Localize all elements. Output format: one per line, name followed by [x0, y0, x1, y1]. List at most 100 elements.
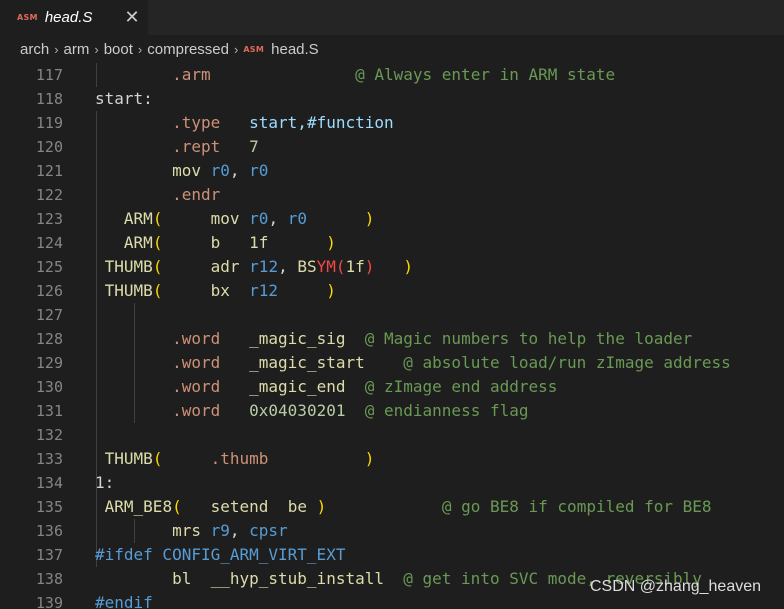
line-number: 129 [35, 354, 63, 372]
line-number: 130 [35, 378, 63, 396]
code-token: .word [172, 401, 221, 420]
code-token: setend [210, 497, 269, 516]
code-token: r9 [210, 521, 230, 540]
code-token: r0 [287, 209, 307, 228]
line-number: 127 [35, 306, 63, 324]
code-text: #endif [95, 591, 153, 609]
code-token: bl [172, 569, 192, 588]
code-line: 118 start: [0, 87, 784, 111]
code-token: .type [172, 113, 221, 132]
code-text: .word _magic_sig @ Magic numbers to help… [95, 327, 692, 351]
line-number: 121 [35, 162, 63, 180]
code-line: 130 .word _magic_end @ zImage end addres… [0, 375, 784, 399]
asm-file-icon: ASM [17, 13, 38, 22]
breadcrumb-item-boot[interactable]: boot [104, 41, 133, 58]
line-number: 136 [35, 522, 63, 540]
line-number: 120 [35, 138, 63, 156]
code-line: 125 THUMB( adr r12, BSYM(1f) ) [0, 255, 784, 279]
code-text: .rept 7 [95, 135, 259, 159]
code-line: 121 mov r0, r0 [0, 159, 784, 183]
code-line: 135 ARM_BE8( setend be ) @ go BE8 if com… [0, 495, 784, 519]
code-text: mrs r9, cpsr [95, 519, 288, 543]
code-token: ARM [123, 233, 153, 252]
code-token: ( [152, 257, 163, 276]
code-token: 0x04030201 [249, 401, 346, 420]
tab-head-s[interactable]: ASM head.S ✕ [0, 0, 148, 35]
code-editor[interactable]: 117 .arm @ Always enter in ARM state 118 s… [0, 63, 784, 609]
breadcrumb: arch › arm › boot › compressed › ASM hea… [0, 35, 784, 63]
watermark: CSDN @zhang_heaven [590, 578, 762, 595]
code-text: THUMB( bx r12 ) [95, 279, 336, 303]
code-token: ) [364, 449, 375, 468]
tab-bar: ASM head.S ✕ [0, 0, 784, 35]
code-token: b [210, 233, 221, 252]
code-token: #endif [95, 593, 153, 609]
code-text: ARM_BE8( setend be ) @ go BE8 if compile… [95, 495, 712, 519]
code-token: __hyp_stub_install [210, 569, 384, 588]
code-token: ( [152, 281, 163, 300]
code-text: ARM( mov r0, r0 ) [95, 207, 375, 231]
code-token: , [229, 521, 250, 540]
code-line: 136 mrs r9, cpsr [0, 519, 784, 543]
code-line: 131 .word 0x04030201 @ endianness flag [0, 399, 784, 423]
tab-title: head.S [44, 9, 93, 26]
code-token: @ go BE8 if compiled for BE8 [441, 497, 712, 516]
breadcrumb-item-compressed[interactable]: compressed [147, 41, 229, 58]
code-token: , [278, 257, 298, 276]
code-token: r12 [249, 281, 279, 300]
asm-file-icon: ASM [243, 44, 265, 54]
code-line: 128 .word _magic_sig @ Magic numbers to … [0, 327, 784, 351]
code-token: ) [364, 209, 375, 228]
code-text: .endr [95, 183, 220, 207]
line-number: 117 [35, 66, 63, 84]
code-token: , [229, 161, 250, 180]
line-number: 125 [35, 258, 63, 276]
code-token: be [287, 497, 307, 516]
breadcrumb-item-arch[interactable]: arch [20, 41, 49, 58]
chevron-right-icon: › [137, 41, 143, 57]
code-line: 124 ARM( b 1f ) [0, 231, 784, 255]
code-token: ARM_BE8 [104, 497, 173, 516]
code-line: 120 .rept 7 [0, 135, 784, 159]
line-number: 123 [35, 210, 63, 228]
line-number: 119 [35, 114, 63, 132]
code-line: 123 ARM( mov r0, r0 ) [0, 207, 784, 231]
code-token: _magic_sig [249, 329, 346, 348]
code-line: 133 THUMB( .thumb ) [0, 447, 784, 471]
line-number: 134 [35, 474, 63, 492]
close-icon[interactable]: ✕ [121, 3, 143, 31]
breadcrumb-item-file[interactable]: head.S [271, 41, 319, 58]
code-text: .arm @ Always enter in ARM state [95, 63, 615, 87]
code-token: mrs [172, 521, 201, 540]
code-token: @ absolute load/run zImage address [403, 353, 731, 372]
code-token: r0 [249, 209, 269, 228]
breadcrumb-item-arm[interactable]: arm [64, 41, 90, 58]
